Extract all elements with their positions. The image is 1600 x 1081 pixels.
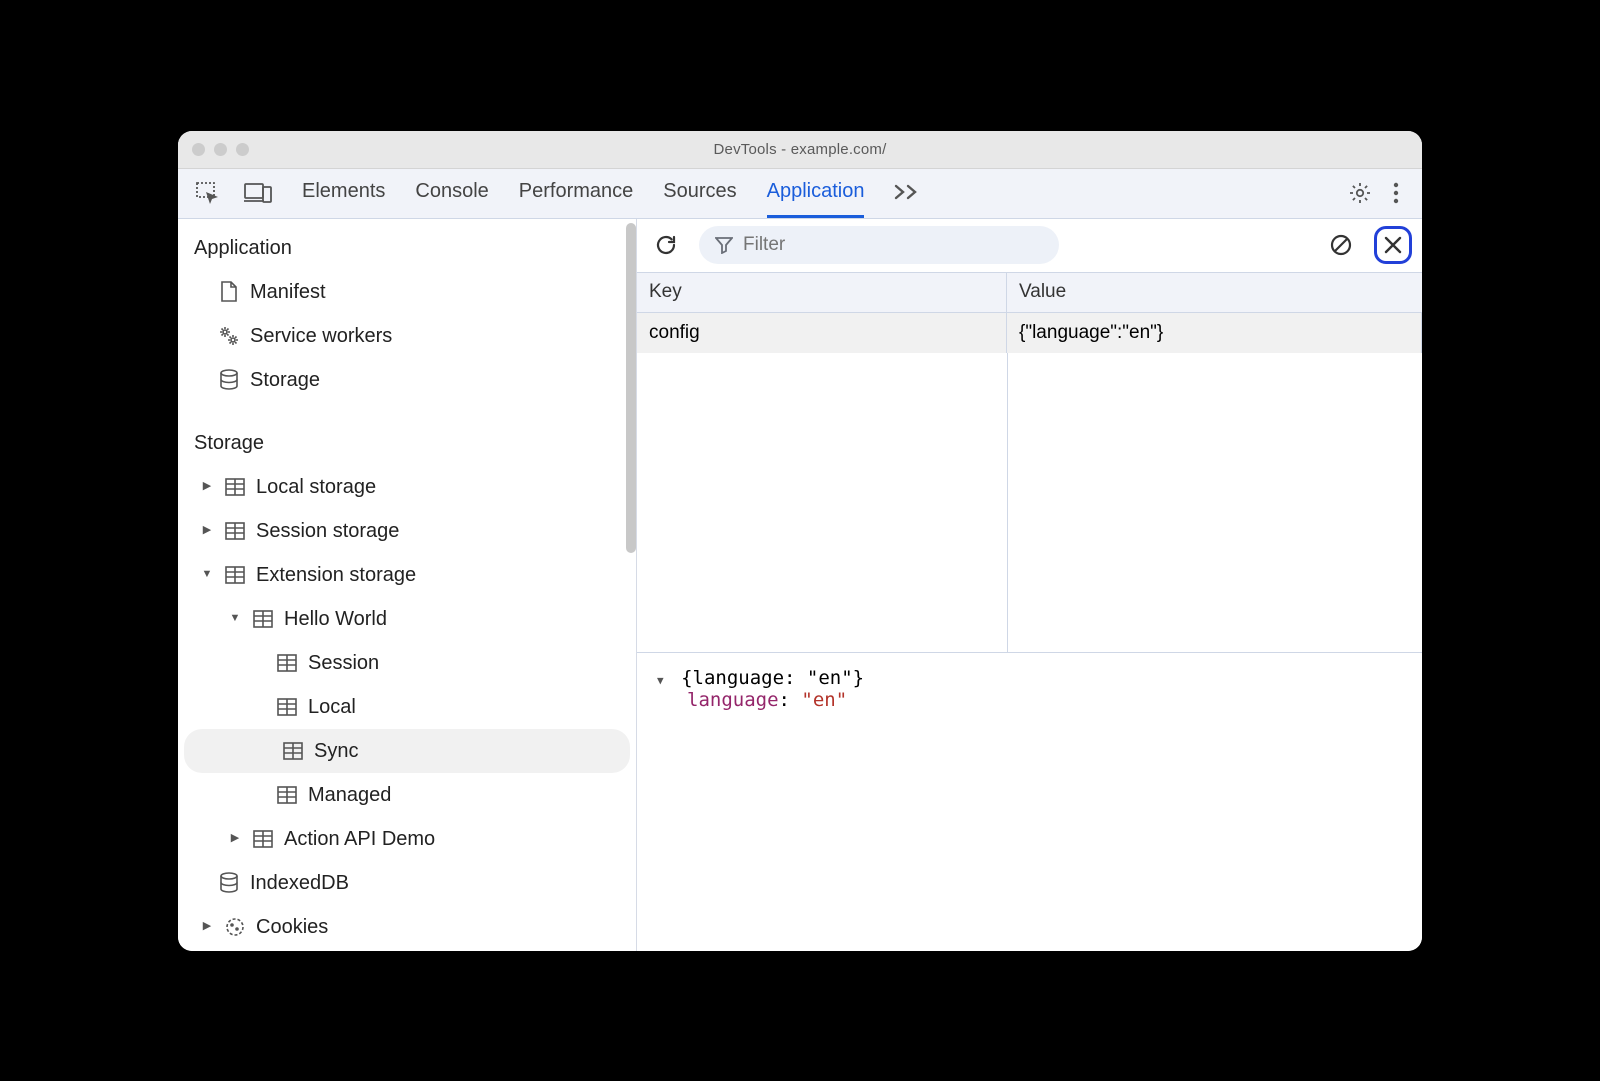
database-icon (218, 872, 240, 894)
sidebar-item-label: Session storage (256, 515, 399, 547)
value-preview: ▼ {language: "en"} language: "en" (637, 653, 1422, 951)
sidebar-item-label: Action API Demo (284, 823, 435, 855)
column-header-key[interactable]: Key (637, 273, 1007, 312)
section-application: Application (178, 229, 636, 270)
sidebar-item-label: Local (308, 691, 356, 723)
refresh-button[interactable] (647, 226, 685, 264)
tab-performance[interactable]: Performance (519, 168, 634, 218)
sidebar-item-session-storage[interactable]: ▶ Session storage (178, 509, 636, 553)
storage-toolbar (637, 219, 1422, 273)
sidebar-item-local-storage[interactable]: ▶ Local storage (178, 465, 636, 509)
chevron-down-icon: ▼ (228, 610, 242, 628)
column-header-value[interactable]: Value (1007, 273, 1422, 312)
sidebar-item-ext-sync[interactable]: Sync (184, 729, 630, 773)
filter-input[interactable] (743, 234, 1043, 256)
device-toolbar-icon[interactable] (244, 183, 272, 203)
table-icon (282, 740, 304, 762)
file-icon (218, 281, 240, 303)
preview-key: language (687, 689, 779, 711)
sidebar-item-label: Cookies (256, 911, 328, 943)
sidebar-item-label: Manifest (250, 276, 326, 308)
table-icon (252, 608, 274, 630)
sidebar-item-service-workers[interactable]: Service workers (178, 314, 636, 358)
sidebar-item-label: Hello World (284, 603, 387, 635)
delete-selected-button[interactable] (1374, 226, 1412, 264)
column-divider[interactable] (1007, 353, 1008, 652)
sidebar-item-ext-session[interactable]: Session (178, 641, 636, 685)
cookie-icon (224, 916, 246, 938)
storage-grid-row[interactable]: config {"language":"en"} (637, 313, 1422, 353)
table-icon (276, 652, 298, 674)
chevron-right-icon: ▶ (200, 918, 214, 936)
inspect-element-icon[interactable] (196, 182, 222, 204)
sidebar-item-label: Managed (308, 779, 391, 811)
sidebar-item-label: Storage (250, 364, 320, 396)
filter-input-wrapper[interactable] (699, 226, 1059, 264)
preview-value: "en" (801, 689, 847, 711)
storage-panel: Key Value config {"language":"en"} ▼ {la… (637, 219, 1422, 951)
table-icon (252, 828, 274, 850)
sidebar-item-indexeddb[interactable]: IndexedDB (178, 861, 636, 905)
sidebar-item-extension-storage[interactable]: ▼ Extension storage (178, 553, 636, 597)
gears-icon (218, 325, 240, 347)
section-storage: Storage (178, 424, 636, 465)
sidebar-item-label: Sync (314, 735, 358, 767)
panel-tabs: Elements Console Performance Sources App… (302, 168, 1348, 218)
storage-grid-body[interactable] (637, 353, 1422, 653)
devtools-window: DevTools - example.com/ Elements Console (178, 131, 1422, 951)
sidebar-item-label: Extension storage (256, 559, 416, 591)
sidebar-item-label: IndexedDB (250, 867, 349, 899)
table-icon (276, 784, 298, 806)
tab-elements[interactable]: Elements (302, 168, 385, 218)
devtools-tabbar: Elements Console Performance Sources App… (178, 169, 1422, 219)
table-icon (224, 476, 246, 498)
sidebar-item-label: Service workers (250, 320, 392, 352)
sidebar-item-ext-managed[interactable]: Managed (178, 773, 636, 817)
sidebar-item-hello-world[interactable]: ▼ Hello World (178, 597, 636, 641)
tab-application[interactable]: Application (767, 168, 865, 218)
tab-sources[interactable]: Sources (663, 168, 736, 218)
sidebar-item-storage-app[interactable]: Storage (178, 358, 636, 402)
sidebar-item-action-api-demo[interactable]: ▶ Action API Demo (178, 817, 636, 861)
table-icon (224, 520, 246, 542)
sidebar-item-manifest[interactable]: Manifest (178, 270, 636, 314)
sidebar-item-ext-local[interactable]: Local (178, 685, 636, 729)
preview-summary-text: {language: "en"} (681, 667, 864, 689)
chevron-right-icon: ▶ (200, 478, 214, 496)
chevron-right-icon: ▶ (200, 522, 214, 540)
table-icon (224, 564, 246, 586)
database-icon (218, 369, 240, 391)
more-tabs-button[interactable] (894, 168, 920, 218)
preview-summary[interactable]: ▼ {language: "en"} (657, 667, 1402, 689)
chevron-right-icon: ▶ (228, 830, 242, 848)
sidebar-scrollbar[interactable] (626, 223, 636, 553)
content-area: Application Manifest Service workers (178, 219, 1422, 951)
preview-property[interactable]: language: "en" (687, 689, 1402, 711)
settings-icon[interactable] (1348, 181, 1372, 205)
chevron-down-icon: ▼ (657, 674, 664, 687)
tab-console[interactable]: Console (415, 168, 488, 218)
clear-all-button[interactable] (1322, 226, 1360, 264)
cell-value[interactable]: {"language":"en"} (1007, 313, 1422, 353)
kebab-menu-icon[interactable] (1392, 182, 1400, 204)
filter-icon (715, 236, 733, 254)
window-title: DevTools - example.com/ (178, 141, 1422, 158)
cell-key[interactable]: config (637, 313, 1007, 353)
window-titlebar: DevTools - example.com/ (178, 131, 1422, 169)
sidebar-item-label: Session (308, 647, 379, 679)
sidebar-item-label: Local storage (256, 471, 376, 503)
sidebar-item-cookies[interactable]: ▶ Cookies (178, 905, 636, 949)
storage-grid-header: Key Value (637, 273, 1422, 313)
table-icon (276, 696, 298, 718)
chevron-down-icon: ▼ (200, 566, 214, 584)
application-sidebar: Application Manifest Service workers (178, 219, 637, 951)
